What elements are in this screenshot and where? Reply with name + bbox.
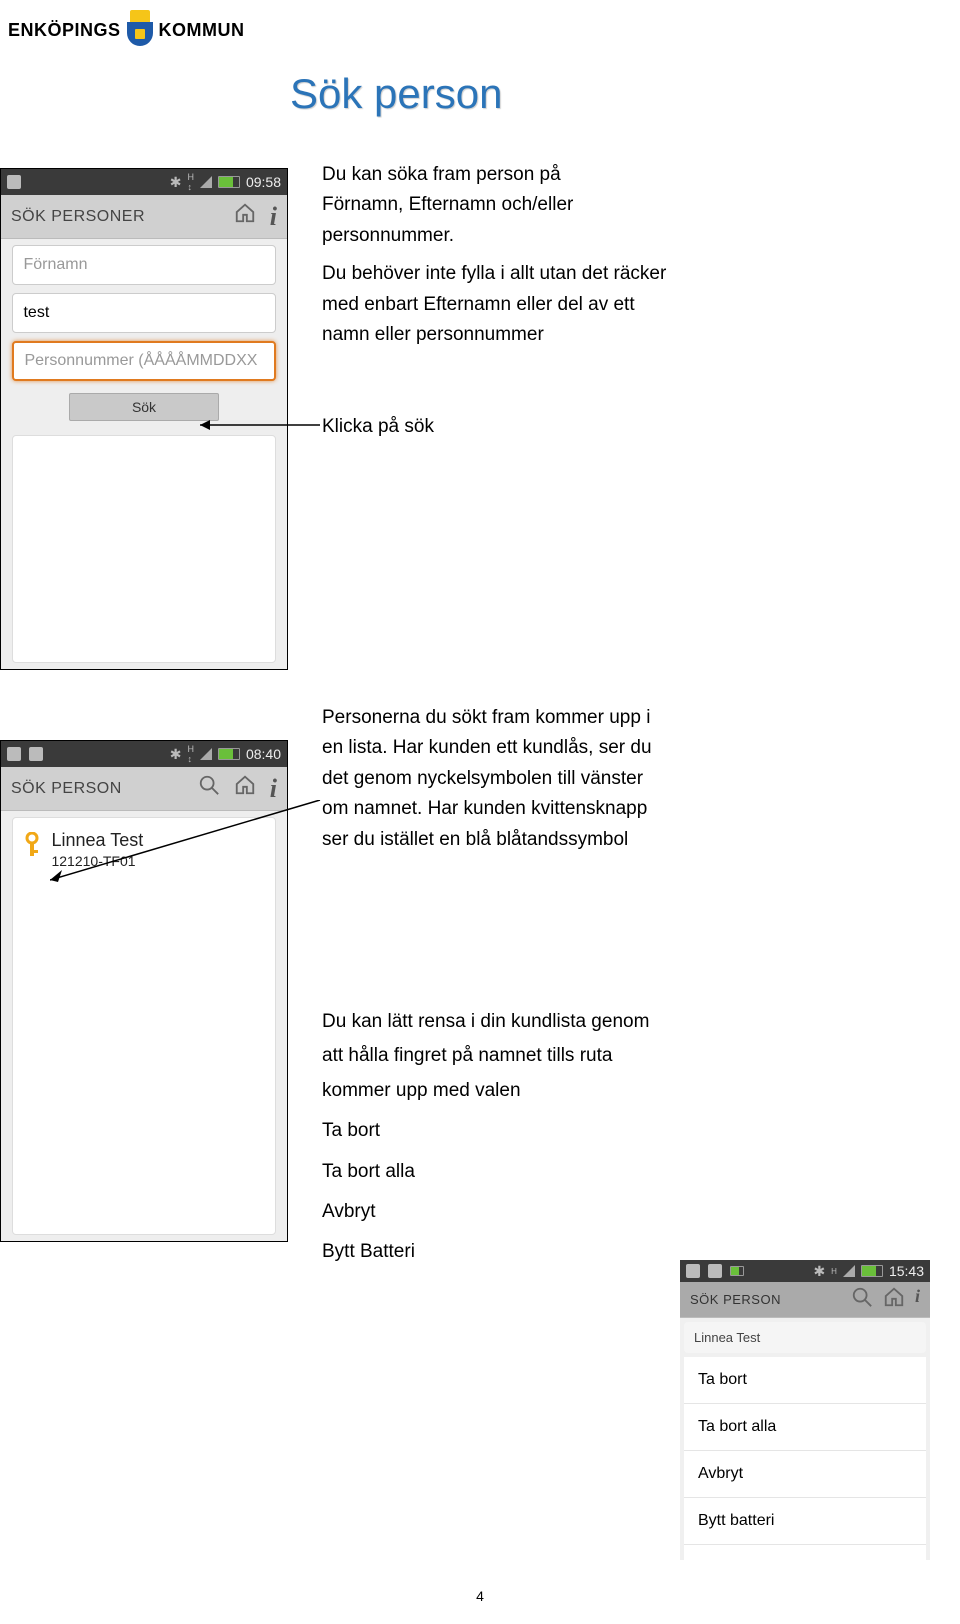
desc-line: en lista. Har kunden ett kundlås, ser du <box>322 733 802 763</box>
option-label: Ta bort <box>322 1116 802 1146</box>
option-label: Avbryt <box>322 1197 802 1227</box>
desc-line: att hålla fingret på namnet tills ruta <box>322 1041 802 1071</box>
arrow-to-search-button <box>200 410 330 440</box>
desc-line: Du behöver inte fylla i allt utan det rä… <box>322 259 792 289</box>
results-empty-area <box>12 435 275 663</box>
sync-icon <box>686 1264 700 1278</box>
bluetooth-icon: ✱ <box>170 746 182 763</box>
logo-crest-icon <box>125 10 155 50</box>
image-icon <box>708 1264 722 1278</box>
status-time: 08:40 <box>246 746 281 762</box>
description-long-press-menu: Du kan lätt rensa i din kundlista genom … <box>322 1007 802 1272</box>
desc-line: ser du istället en blå blåtandssymbol <box>322 825 802 855</box>
fornamn-placeholder: Förnamn <box>23 256 87 274</box>
status-time: 15:43 <box>889 1263 924 1279</box>
description-results: Personerna du sökt fram kommer upp i en … <box>322 703 802 855</box>
phone-screenshot-context-menu: ✱ H 15:43 SÖK PERSON i Linnea Test Ta bo… <box>680 1260 930 1560</box>
dimmed-list-item: Linnea Test <box>684 1322 926 1353</box>
status-bar: ✱ H↕ 08:40 <box>1 741 287 767</box>
desc-line: Du kan söka fram person på <box>322 160 792 190</box>
desc-line: Förnamn, Efternamn och/eller <box>322 190 792 220</box>
desc-line: personnummer. <box>322 221 792 251</box>
key-icon <box>23 832 41 864</box>
search-button[interactable]: Sök <box>69 393 220 421</box>
menu-item-ta-bort-alla[interactable]: Ta bort alla <box>684 1404 926 1451</box>
context-menu: Ta bort Ta bort alla Avbryt Bytt batteri <box>684 1357 926 1560</box>
description-click-search: Klicka på sök <box>322 412 792 442</box>
status-bar: ✱ H↕ 09:58 <box>1 169 287 195</box>
person-name: Linnea Test <box>694 1330 760 1345</box>
info-icon[interactable]: i <box>270 774 277 804</box>
app-bar: SÖK PERSON i <box>680 1282 930 1318</box>
search-icon[interactable] <box>198 774 220 804</box>
bluetooth-icon: ✱ <box>813 1263 825 1280</box>
status-time: 09:58 <box>246 174 281 190</box>
desc-line: Klicka på sök <box>322 412 792 442</box>
battery-icon <box>218 176 240 188</box>
efternamn-value: test <box>23 304 49 322</box>
option-label: Ta bort alla <box>322 1157 802 1187</box>
network-icon: H <box>831 1267 837 1276</box>
battery-icon <box>218 748 240 760</box>
desc-line: Du kan lätt rensa i din kundlista genom <box>322 1007 802 1037</box>
logo: ENKÖPINGS KOMMUN <box>8 10 245 50</box>
appbar-title: SÖK PERSON <box>690 1292 781 1307</box>
logo-text-right: KOMMUN <box>159 20 245 41</box>
home-icon[interactable] <box>234 202 256 232</box>
bluetooth-icon: ✱ <box>170 174 182 191</box>
image-icon <box>7 175 21 189</box>
fornamn-input[interactable]: Förnamn <box>12 245 275 285</box>
app-bar: SÖK PERSONER i <box>1 195 287 239</box>
home-icon[interactable] <box>883 1286 905 1313</box>
efternamn-input[interactable]: test <box>12 293 275 333</box>
info-icon[interactable]: i <box>915 1286 920 1313</box>
description-search: Du kan söka fram person på Förnamn, Efte… <box>322 160 792 350</box>
search-icon[interactable] <box>851 1286 873 1313</box>
search-button-label: Sök <box>132 399 156 415</box>
info-icon[interactable]: i <box>270 202 277 232</box>
personnummer-input[interactable]: Personnummer (ÅÅÅÅMMDDXX <box>12 341 275 381</box>
page-number: 4 <box>476 1588 484 1604</box>
appbar-title: SÖK PERSON <box>11 780 122 798</box>
arrow-to-key-symbol <box>50 800 340 900</box>
desc-line: om namnet. Har kunden kvittensknapp <box>322 794 802 824</box>
logo-text-left: ENKÖPINGS <box>8 20 121 41</box>
battery-small-icon <box>730 1266 744 1276</box>
status-bar: ✱ H 15:43 <box>680 1260 930 1282</box>
desc-line: kommer upp med valen <box>322 1076 802 1106</box>
signal-icon <box>843 1265 855 1277</box>
search-form: Förnamn test Personnummer (ÅÅÅÅMMDDXX Sö… <box>1 239 287 669</box>
desc-line: namn eller personnummer <box>322 320 792 350</box>
menu-item-bytt-batteri[interactable]: Bytt batteri <box>684 1498 926 1545</box>
home-icon[interactable] <box>234 774 256 804</box>
menu-item-avbryt[interactable]: Avbryt <box>684 1451 926 1498</box>
network-icon: H↕ <box>187 744 194 764</box>
desc-line: det genom nyckelsymbolen till vänster <box>322 764 802 794</box>
network-icon: H↕ <box>187 172 194 192</box>
desc-line: Personerna du sökt fram kommer upp i <box>322 703 802 733</box>
desc-line: med enbart Efternamn eller del av ett <box>322 290 792 320</box>
sync-icon <box>7 747 21 761</box>
battery-icon <box>861 1265 883 1277</box>
appbar-title: SÖK PERSONER <box>11 208 145 226</box>
menu-item-ta-bort[interactable]: Ta bort <box>684 1357 926 1404</box>
signal-icon <box>200 748 212 760</box>
personnummer-placeholder: Personnummer (ÅÅÅÅMMDDXX <box>24 352 257 370</box>
signal-icon <box>200 176 212 188</box>
image-icon <box>29 747 43 761</box>
page-title: Sök person <box>290 70 502 118</box>
